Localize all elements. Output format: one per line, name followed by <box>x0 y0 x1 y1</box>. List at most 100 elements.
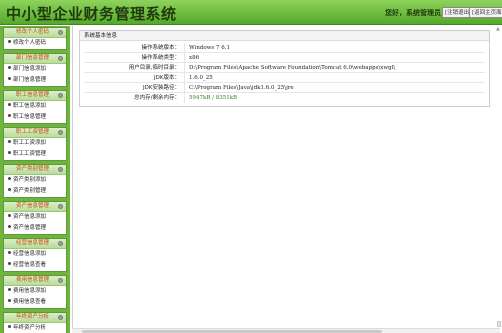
scroll-down-icon[interactable] <box>497 321 501 327</box>
sidebar-section-asset-category: 资产类别管理 资产类别添加 资产类别管理 <box>3 164 67 198</box>
bullet-icon <box>8 40 11 43</box>
bullet-icon <box>8 288 11 291</box>
sidebar-item-label: 资产信息管理 <box>13 225 47 231</box>
sidebar-item-label: 部门信息添加 <box>13 66 47 72</box>
info-row: 操作系统类型： x86 <box>84 53 485 63</box>
user-greeting: 您好，系统管理员 <box>385 9 441 17</box>
sidebar-section-title: 部门信息管理 <box>16 55 50 61</box>
collapse-icon <box>58 241 63 246</box>
sidebar-item[interactable]: 经营信息查看 <box>4 260 66 271</box>
panel-title: 系统基本信息 <box>80 31 489 41</box>
bullet-icon <box>8 225 11 228</box>
sidebar-section-title: 职工信息管理 <box>16 92 50 98</box>
sidebar-section-header[interactable]: 职工信息管理 <box>4 91 66 101</box>
info-value: D:\Program Files\Apache Software Foundat… <box>184 63 485 72</box>
collapse-icon <box>58 130 63 135</box>
info-row: JDK版本： 1.6.0_25 <box>84 73 485 83</box>
info-label: JDK版本： <box>154 75 180 81</box>
info-value: C:\Program Files\Java\jdk1.6.0_25\jre <box>184 83 485 92</box>
sidebar-section-header[interactable]: 费用信息管理 <box>4 276 66 286</box>
info-row: 总内存/剩余内存： 5947kB / 8351kB <box>84 93 485 103</box>
sidebar-item[interactable]: 年终资产分析 <box>4 323 66 333</box>
info-label: 操作系统版本： <box>141 45 180 51</box>
info-label: 操作系统类型： <box>141 55 180 61</box>
info-value-memory: 5947kB / 8351kB <box>184 93 485 103</box>
bullet-icon <box>8 66 11 69</box>
sidebar-item-label: 部门信息管理 <box>13 77 47 83</box>
sidebar-item[interactable]: 部门信息管理 <box>4 75 66 86</box>
bullet-icon <box>8 262 11 265</box>
app-window: 中小型企业财务管理系统 您好，系统管理员 [注销退出] [返回主页面] 修改个人… <box>0 0 502 333</box>
sidebar-section-employee: 职工信息管理 职工信息添加 职工信息管理 <box>3 90 67 124</box>
bullet-icon <box>8 325 11 328</box>
collapse-icon <box>58 30 63 35</box>
collapse-icon <box>58 167 63 172</box>
sidebar-item-label: 费用信息查看 <box>13 299 47 305</box>
sidebar-section-title: 经营信息管理 <box>16 240 50 246</box>
collapse-icon <box>58 93 63 98</box>
sidebar-section-title: 年终资产分析 <box>16 314 50 320</box>
info-value: x86 <box>184 53 485 62</box>
sidebar-item-label: 修改个人密码 <box>13 40 47 46</box>
sidebar-item[interactable]: 费用信息添加 <box>4 286 66 297</box>
sidebar-item[interactable]: 职工信息管理 <box>4 112 66 123</box>
sidebar-item[interactable]: 资产类别添加 <box>4 175 66 186</box>
horizontal-scrollbar[interactable] <box>72 328 500 333</box>
sidebar-item[interactable]: 资产信息管理 <box>4 223 66 234</box>
sidebar-section-header[interactable]: 职工工资管理 <box>4 128 66 138</box>
info-label: 用户目录,临时目录： <box>128 65 180 71</box>
bullet-icon <box>8 151 11 154</box>
sidebar-item-label: 职工工资管理 <box>13 151 47 157</box>
sidebar-item[interactable]: 部门信息添加 <box>4 64 66 75</box>
sidebar-section-header[interactable]: 资产信息管理 <box>4 202 66 212</box>
sidebar: 修改个人密码 修改个人密码 部门信息管理 部门信息添加 部门信息管理 职工信息管… <box>0 26 70 333</box>
collapse-icon <box>58 56 63 61</box>
sidebar-section-title: 资产信息管理 <box>16 203 50 209</box>
sidebar-item[interactable]: 经营信息添加 <box>4 249 66 260</box>
sidebar-item[interactable]: 费用信息查看 <box>4 297 66 308</box>
sidebar-item-label: 资产信息添加 <box>13 214 47 220</box>
sidebar-section-title: 资产类别管理 <box>16 166 50 172</box>
collapse-icon <box>58 204 63 209</box>
app-title: 中小型企业财务管理系统 <box>6 5 177 23</box>
sidebar-section-title: 修改个人密码 <box>16 29 50 35</box>
bullet-icon <box>8 77 11 80</box>
info-row: JDK安装路径： C:\Program Files\Java\jdk1.6.0_… <box>84 83 485 93</box>
scroll-up-icon[interactable]: ▲ <box>496 26 500 32</box>
sidebar-section-header[interactable]: 资产类别管理 <box>4 165 66 175</box>
bullet-icon <box>8 214 11 217</box>
bullet-icon <box>8 177 11 180</box>
sidebar-section-header[interactable]: 年终资产分析 <box>4 313 66 323</box>
info-row: 操作系统版本： Windows 7 6.1 <box>84 43 485 53</box>
sidebar-item[interactable]: 职工信息添加 <box>4 101 66 112</box>
sidebar-item[interactable]: 资产信息添加 <box>4 212 66 223</box>
bullet-icon <box>8 299 11 302</box>
sidebar-section-salary: 职工工资管理 职工工资添加 职工工资管理 <box>3 127 67 161</box>
sidebar-item-label: 职工工资添加 <box>13 140 47 146</box>
sidebar-item[interactable]: 资产类别管理 <box>4 186 66 197</box>
sidebar-item[interactable]: 修改个人密码 <box>4 38 66 49</box>
info-value: Windows 7 6.1 <box>184 43 485 52</box>
sidebar-item[interactable]: 职工工资添加 <box>4 138 66 149</box>
back-home-button[interactable]: [返回主页面] <box>469 7 502 18</box>
sidebar-section-password: 修改个人密码 修改个人密码 <box>3 27 67 50</box>
sidebar-section-header[interactable]: 经营信息管理 <box>4 239 66 249</box>
sidebar-item-label: 职工信息添加 <box>13 103 47 109</box>
bullet-icon <box>8 251 11 254</box>
sidebar-item-label: 费用信息添加 <box>13 288 47 294</box>
main-content: ▲ 系统基本信息 操作系统版本： Windows 7 6.1 操作系统类型： x… <box>72 26 500 333</box>
sidebar-item[interactable]: 职工工资管理 <box>4 149 66 160</box>
collapse-icon <box>58 315 63 320</box>
sidebar-item-label: 资产类别管理 <box>13 188 47 194</box>
sidebar-section-expense: 费用信息管理 费用信息添加 费用信息查看 <box>3 275 67 309</box>
sidebar-section-asset-info: 资产信息管理 资产信息添加 资产信息管理 <box>3 201 67 235</box>
sidebar-section-header[interactable]: 部门信息管理 <box>4 54 66 64</box>
info-label: 总内存/剩余内存： <box>134 95 180 101</box>
sidebar-section-header[interactable]: 修改个人密码 <box>4 28 66 38</box>
bullet-icon <box>8 188 11 191</box>
info-label: JDK安装路径： <box>143 85 180 91</box>
sidebar-section-title: 职工工资管理 <box>16 129 50 135</box>
sidebar-section-operation: 经营信息管理 经营信息添加 经营信息查看 <box>3 238 67 272</box>
sidebar-section-analysis: 年终资产分析 年终资产分析 <box>3 312 67 333</box>
system-info-panel: 系统基本信息 操作系统版本： Windows 7 6.1 操作系统类型： x86… <box>79 30 490 107</box>
